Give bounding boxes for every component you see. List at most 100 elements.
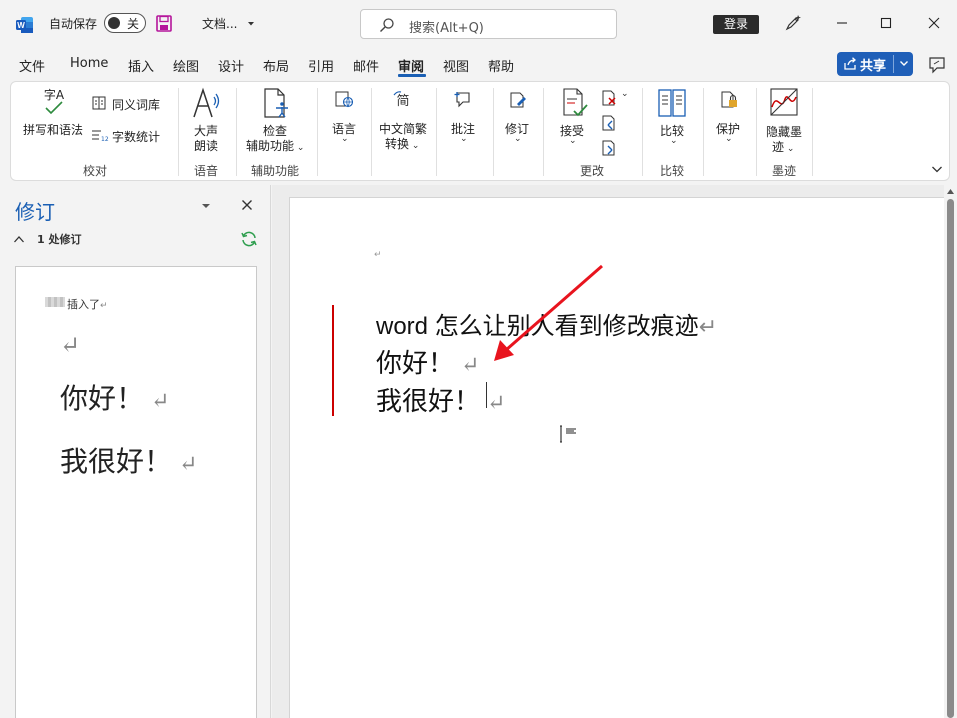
ribbon-separator — [543, 88, 544, 176]
next-change-icon[interactable] — [601, 140, 617, 156]
chevron-down-icon[interactable]: ⌄ — [725, 134, 733, 144]
document-name[interactable]: 文档... — [202, 15, 237, 32]
chevron-down-icon[interactable]: ⌄ — [514, 134, 522, 144]
autosave-toggle[interactable]: 关 — [104, 13, 146, 33]
document-line-3-text: 我很好！ — [376, 387, 481, 417]
tab-layout[interactable]: 布局 — [263, 56, 289, 75]
revisions-pane: 修订 1 处修订 插入了↵ ↵ 你好！ ↵ 我很好！ ↵ — [0, 185, 271, 718]
spelling-icon: 字A — [42, 87, 66, 117]
close-icon[interactable] — [925, 14, 943, 32]
accept-change-icon — [563, 88, 588, 117]
text-cursor — [486, 382, 487, 408]
share-button[interactable]: 共享 — [837, 52, 913, 76]
refresh-icon[interactable] — [240, 230, 258, 248]
chevron-down-icon: ⌄ — [294, 143, 305, 153]
paragraph-mark-icon: ↵ — [698, 314, 718, 339]
word-count-button[interactable]: 字数统计 — [112, 128, 160, 145]
autosave-label: 自动保存 — [49, 17, 98, 31]
tab-references[interactable]: 引用 — [308, 56, 334, 75]
ribbon-separator — [493, 88, 494, 176]
collapse-ribbon-icon[interactable] — [930, 162, 944, 176]
search-input[interactable]: 搜索(Alt+Q) — [360, 9, 617, 39]
revision-action: 插入了↵ — [67, 296, 108, 312]
revision-action-text: 插入了 — [67, 298, 100, 311]
revision-card[interactable]: 插入了↵ ↵ 你好！ ↵ 我很好！ ↵ — [15, 266, 257, 718]
revision-author-blurred — [45, 297, 65, 307]
ribbon-separator — [703, 88, 704, 176]
read-aloud-label-2[interactable]: 朗读 — [194, 137, 218, 154]
conversion-icon-glyph: 简 — [396, 93, 409, 108]
comments-icon[interactable] — [928, 56, 946, 74]
paragraph-mark-icon: ↵ — [454, 353, 480, 378]
svg-text:W: W — [17, 21, 25, 30]
share-divider — [893, 55, 894, 73]
check-accessibility-icon — [264, 88, 288, 118]
tab-file[interactable]: 文件 — [19, 56, 45, 75]
document-line-1-text: word 怎么让别人看到修改痕迹 — [376, 313, 699, 340]
chevron-down-icon[interactable] — [898, 57, 910, 69]
title-bar: W 自动保存 关 文档... 搜索(Alt+Q) 登录 — [0, 0, 957, 48]
change-bar — [332, 305, 334, 416]
ribbon-separator — [236, 88, 237, 176]
tab-help[interactable]: 帮助 — [488, 56, 514, 75]
tab-view[interactable]: 视图 — [443, 56, 469, 75]
tab-draw[interactable]: 绘图 — [173, 56, 199, 75]
new-comment-icon — [454, 92, 470, 108]
thesaurus-icon — [92, 96, 106, 110]
chevron-down-icon[interactable]: ⌄ — [460, 134, 468, 144]
hide-ink-icon — [770, 88, 798, 116]
paragraph-mark-icon: ↵ — [100, 301, 108, 311]
tab-review[interactable]: 审阅 — [398, 56, 424, 75]
scrollbar-thumb[interactable] — [947, 199, 954, 718]
previous-change-icon[interactable] — [601, 115, 617, 131]
paragraph-mark-icon: ↵ — [172, 452, 198, 477]
tab-home[interactable]: Home — [70, 56, 108, 71]
maximize-icon[interactable] — [877, 14, 895, 32]
search-icon — [380, 18, 394, 32]
compare-group-label: 比较 — [660, 164, 685, 178]
paragraph-mark-icon: ↵ — [144, 389, 170, 414]
document-page[interactable]: ↵ word 怎么让别人看到修改痕迹↵ 你好！ ↵ 我很好！ ↵ — [289, 197, 949, 718]
chevron-down-icon[interactable]: ⌄ — [670, 136, 678, 146]
chinese-conversion-label-2[interactable]: 转换 ⌄ — [385, 135, 419, 152]
document-line-1[interactable]: word 怎么让别人看到修改痕迹↵ — [376, 306, 717, 341]
paragraph-mark-icon: ↵ — [374, 250, 382, 260]
paragraph-mark-icon: ↵ — [480, 391, 506, 416]
thesaurus-button[interactable]: 同义词库 — [112, 96, 160, 113]
designer-pen-icon[interactable] — [784, 14, 802, 32]
document-line-2[interactable]: 你好！ ↵ — [376, 343, 479, 380]
changes-group-label: 更改 — [580, 164, 605, 178]
save-icon[interactable] — [156, 15, 172, 32]
scroll-up-icon[interactable] — [946, 187, 955, 195]
ribbon-separator — [317, 88, 318, 176]
ibeam-cursor-icon — [560, 425, 576, 443]
chevron-down-icon[interactable] — [200, 201, 212, 211]
login-button[interactable]: 登录 — [713, 15, 759, 34]
search-placeholder: 搜索(Alt+Q) — [409, 21, 484, 36]
reject-change-icon[interactable] — [601, 90, 617, 106]
menu-bar: 文件 Home 插入 绘图 设计 布局 引用 邮件 审阅 视图 帮助 — [0, 48, 957, 78]
ribbon-separator — [436, 88, 437, 176]
ribbon: 字A 拼写和语法 同义词库 123 字数统计 校对 大声 朗读 语音 检查 辅助… — [10, 81, 950, 181]
chevron-down-icon[interactable] — [246, 19, 256, 29]
check-accessibility-label-2[interactable]: 辅助功能 ⌄ — [246, 137, 304, 154]
minimize-icon[interactable] — [833, 14, 851, 32]
revision-line-1-text: 你好！ — [60, 382, 145, 415]
ribbon-separator — [642, 88, 643, 176]
spelling-grammar-button[interactable]: 拼写和语法 — [23, 121, 83, 138]
word-logo-icon: W — [16, 17, 33, 33]
chevron-up-icon[interactable] — [13, 234, 25, 244]
tab-design[interactable]: 设计 — [218, 56, 244, 75]
hide-ink-label-2[interactable]: 迹 ⌄ — [772, 138, 794, 155]
tab-mailings[interactable]: 邮件 — [353, 56, 379, 75]
tab-insert[interactable]: 插入 — [128, 56, 154, 75]
chevron-down-icon[interactable]: ⌄ — [621, 89, 629, 99]
close-icon[interactable] — [241, 199, 253, 211]
hide-ink-text: 迹 — [772, 140, 785, 154]
ribbon-separator — [178, 88, 179, 176]
chevron-down-icon[interactable]: ⌄ — [569, 136, 577, 146]
share-icon — [844, 57, 856, 70]
chevron-down-icon[interactable]: ⌄ — [341, 134, 349, 144]
protect-icon — [721, 91, 737, 108]
vertical-scrollbar[interactable] — [944, 185, 957, 718]
